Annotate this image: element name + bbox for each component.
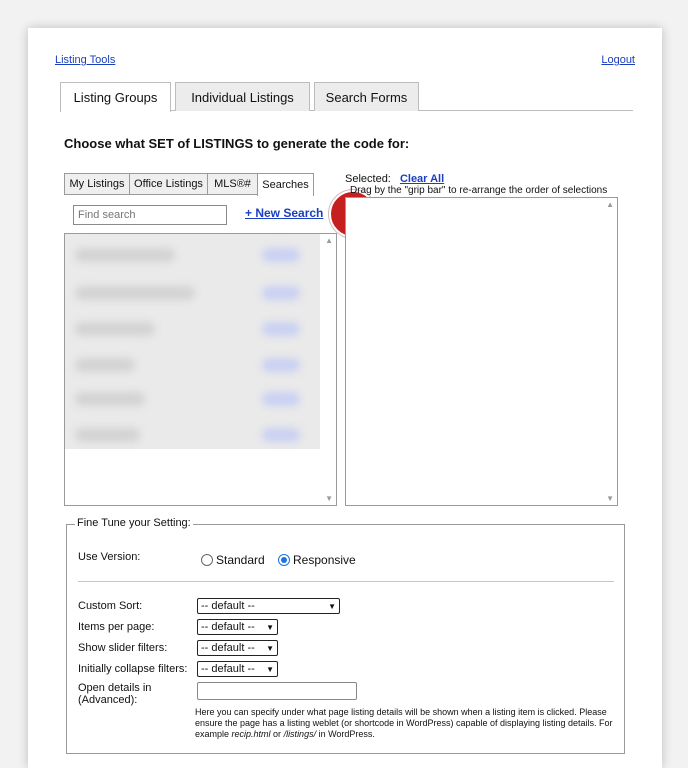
tab-office-listings[interactable]: Office Listings [129, 173, 208, 195]
items-per-page-label: Items per page: [78, 621, 155, 633]
custom-sort-label: Custom Sort: [78, 600, 143, 612]
open-details-label-line1: Open details in [78, 682, 152, 694]
fine-tune-legend: Fine Tune your Setting: [75, 517, 193, 529]
search-results-list[interactable]: ▲ ▼ [64, 233, 337, 506]
custom-sort-select[interactable]: -- default -- ▼ [197, 598, 340, 614]
collapse-filters-value: -- default -- [201, 663, 255, 675]
divider [78, 581, 614, 582]
radio-standard-indicator[interactable] [201, 554, 213, 566]
logout-link[interactable]: Logout [601, 54, 635, 66]
tab-my-listings[interactable]: My Listings [64, 173, 130, 195]
collapse-filters-label: Initially collapse filters: [78, 663, 188, 675]
open-details-input[interactable] [197, 682, 357, 700]
scroll-up-icon[interactable]: ▲ [606, 200, 614, 209]
tab-mls-number[interactable]: MLS®# [207, 173, 258, 195]
fine-tune-fieldset: Fine Tune your Setting: Use Version: Sta… [66, 517, 625, 754]
selected-label: Selected: [345, 173, 391, 185]
help-example-recip: recip.html [231, 729, 271, 739]
drag-hint: Drag by the "grip bar" to re-arrange the… [350, 185, 608, 196]
items-per-page-value: -- default -- [201, 621, 255, 633]
chevron-down-icon: ▼ [266, 664, 274, 674]
new-search-link[interactable]: + New Search [245, 206, 323, 220]
page-sheet: Listing Tools Logout Listing Groups Indi… [28, 28, 662, 768]
scroll-down-icon[interactable]: ▼ [606, 494, 614, 503]
items-per-page-select[interactable]: -- default -- ▼ [197, 619, 278, 635]
radio-standard[interactable]: Standard [201, 553, 265, 567]
source-tabs: My Listings Office Listings MLS®# Search… [64, 173, 314, 196]
tab-search-forms[interactable]: Search Forms [314, 82, 419, 111]
radio-responsive[interactable]: Responsive [278, 553, 356, 567]
radio-responsive-indicator[interactable] [278, 554, 290, 566]
clear-all-link[interactable]: Clear All [400, 173, 444, 185]
scroll-down-icon[interactable]: ▼ [325, 494, 333, 503]
chevron-down-icon: ▼ [266, 643, 274, 653]
collapse-filters-select[interactable]: -- default -- ▼ [197, 661, 278, 677]
radio-responsive-label: Responsive [293, 553, 356, 567]
find-search-input[interactable] [73, 205, 227, 225]
help-text-part2: in WordPress. [316, 729, 375, 739]
list-scrollbar[interactable]: ▲ ▼ [322, 234, 336, 505]
page-heading: Choose what SET of LISTINGS to generate … [64, 136, 410, 151]
show-slider-filters-label: Show slider filters: [78, 642, 168, 654]
tab-searches[interactable]: Searches [257, 173, 314, 196]
main-tabs: Listing Groups Individual Listings Searc… [60, 82, 633, 112]
scroll-up-icon[interactable]: ▲ [325, 236, 333, 245]
show-slider-filters-value: -- default -- [201, 642, 255, 654]
chevron-down-icon: ▼ [328, 601, 336, 611]
listing-tools-link[interactable]: Listing Tools [55, 54, 115, 66]
open-details-label-line2: (Advanced): [78, 694, 138, 706]
blurred-list-content [65, 234, 320, 449]
tab-individual-listings[interactable]: Individual Listings [175, 82, 310, 111]
show-slider-filters-select[interactable]: -- default -- ▼ [197, 640, 278, 656]
open-details-help-text: Here you can specify under what page lis… [195, 707, 615, 740]
help-text-or: or [270, 729, 284, 739]
radio-standard-label: Standard [216, 553, 265, 567]
custom-sort-value: -- default -- [201, 600, 255, 612]
tab-listing-groups[interactable]: Listing Groups [60, 82, 171, 112]
selected-scrollbar[interactable]: ▲ ▼ [603, 198, 617, 505]
selected-header: Selected: Clear All [345, 173, 444, 185]
use-version-label: Use Version: [78, 551, 141, 563]
selected-list[interactable]: ▲ ▼ [345, 197, 618, 506]
chevron-down-icon: ▼ [266, 622, 274, 632]
help-example-listings: /listings/ [283, 729, 317, 739]
